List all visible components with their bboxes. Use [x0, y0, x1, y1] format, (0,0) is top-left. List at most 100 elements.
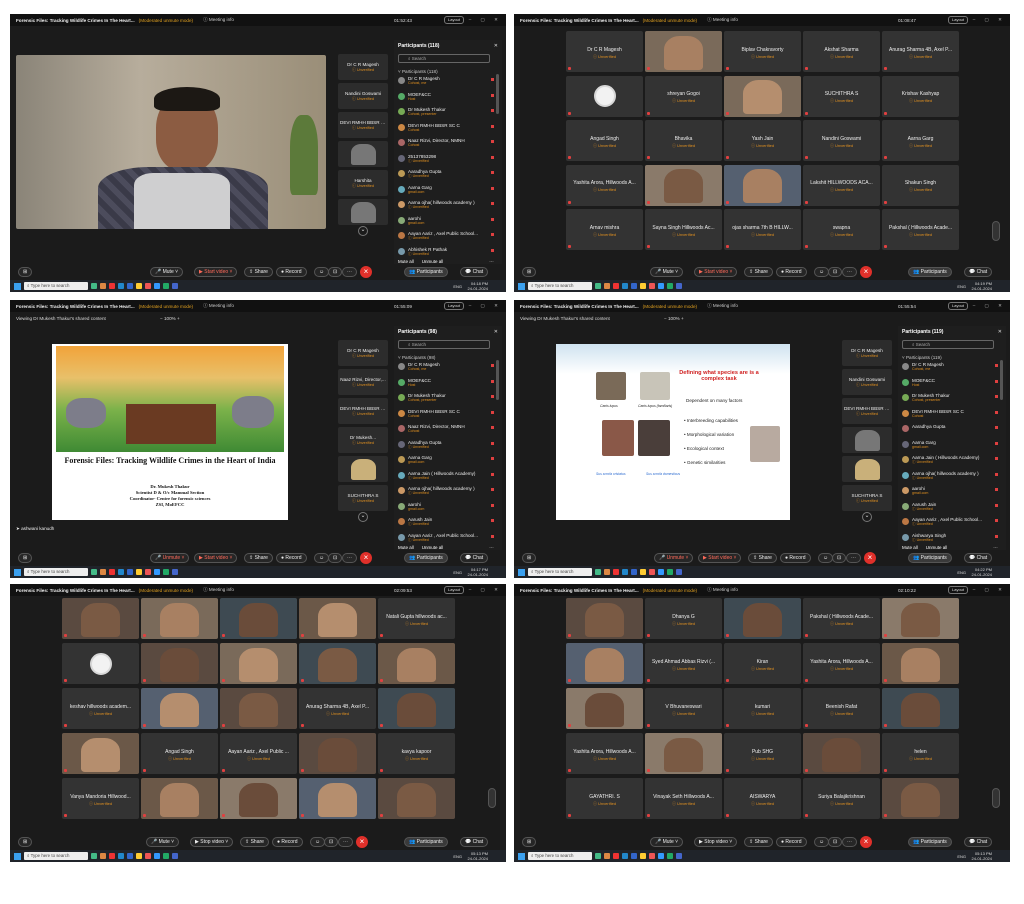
window-controls[interactable]: – ▢ ✕: [973, 303, 1006, 309]
side-video-tile[interactable]: Harshita ⓘ Unverified: [338, 170, 388, 196]
captions-toggle-icon[interactable]: ⊞: [18, 837, 33, 847]
video-button[interactable]: ▶ Start video ˅: [194, 553, 238, 563]
taskbar-app-icon[interactable]: [649, 283, 655, 289]
captions-button[interactable]: ⊡: [828, 267, 843, 277]
participant-tile[interactable]: Yashita Arora, Hillwoods A... ⓘ Unverifie…: [566, 164, 643, 206]
record-button[interactable]: ● Record: [776, 837, 807, 847]
chat-button[interactable]: 💬 Chat: [460, 553, 489, 563]
mute-button[interactable]: 🎤 Mute ˅: [650, 837, 684, 847]
taskbar-app-icon[interactable]: [622, 569, 628, 575]
taskbar-app-icon[interactable]: [172, 283, 178, 289]
scroll-down-icon[interactable]: ⌄: [862, 512, 872, 522]
participants-button[interactable]: 👥 Participants: [404, 553, 448, 563]
participant-row[interactable]: Dr Mukesh Thakur Cohost, presenter: [398, 393, 494, 402]
participant-tile[interactable]: kavya kapoor ⓘ Unverified: [378, 733, 455, 774]
share-button[interactable]: ⇪ Share: [744, 837, 773, 847]
taskbar-app-icon[interactable]: [118, 853, 124, 859]
taskbar-search-input[interactable]: ⌕ Type here to search: [528, 852, 592, 860]
taskbar-app-icon[interactable]: [109, 283, 115, 289]
participant-row[interactable]: Aayan Aariz , Axel Public School... ⓘ Unv…: [398, 533, 494, 542]
windows-start-icon[interactable]: [518, 568, 525, 576]
taskbar-app-icon[interactable]: [91, 853, 97, 859]
participant-row[interactable]: Dr C R Magesh Cohost, me: [398, 76, 494, 85]
participant-tile[interactable]: Pakshal ( Hillwoods Acade... ⓘ Unverified: [882, 209, 959, 250]
captions-button[interactable]: ⊡: [828, 837, 843, 847]
more-button[interactable]: ⋯: [842, 267, 857, 277]
grid-scroll-control[interactable]: [992, 788, 1000, 808]
taskbar-app-icon[interactable]: [172, 853, 178, 859]
participant-tile[interactable]: [220, 643, 297, 684]
participant-tile[interactable]: [141, 778, 218, 819]
taskbar-search-input[interactable]: ⌕ Type here to search: [528, 568, 592, 576]
taskbar-app-icon[interactable]: [658, 569, 664, 575]
record-button[interactable]: ● Record: [276, 267, 307, 277]
captions-button[interactable]: ⊡: [328, 267, 343, 277]
taskbar-app-icon[interactable]: [163, 283, 169, 289]
zoom-level[interactable]: − 100% +: [160, 312, 180, 326]
record-button[interactable]: ● Record: [776, 267, 807, 277]
taskbar-app-icon[interactable]: [640, 569, 646, 575]
taskbar-app-icon[interactable]: [145, 283, 151, 289]
participant-search-input[interactable]: ⌕ Search: [902, 340, 994, 349]
participant-tile[interactable]: [378, 778, 455, 819]
participant-tile[interactable]: Aayan Aariz , Axel Public ... ⓘ Unverifie…: [220, 733, 297, 774]
share-button[interactable]: ⇪ Share: [240, 837, 269, 847]
participant-tile[interactable]: [220, 688, 297, 729]
windows-start-icon[interactable]: [14, 282, 21, 290]
participant-row[interactable]: Abhishek R Pathak ⓘ Unverified: [398, 247, 494, 256]
participant-tile[interactable]: Suriya Balajikrishnan ⓘ Unverified: [803, 778, 880, 819]
participant-tile[interactable]: [220, 598, 297, 639]
participant-tile[interactable]: [299, 643, 376, 684]
panel-close-icon[interactable]: ✕: [494, 329, 498, 335]
participant-tile[interactable]: [220, 778, 297, 819]
share-button[interactable]: ⇪ Share: [244, 267, 273, 277]
taskbar-app-icon[interactable]: [91, 283, 97, 289]
participant-tile[interactable]: V Bhuvaneswari ⓘ Unverified: [645, 688, 722, 729]
side-video-tile[interactable]: SUCHITHRA Sⓘ Unverified: [338, 485, 388, 511]
participant-tile[interactable]: Angad Singh ⓘ Unverified: [141, 733, 218, 774]
participant-search-input[interactable]: ⌕ Search: [398, 340, 490, 349]
captions-toggle-icon[interactable]: ⊞: [522, 267, 537, 277]
side-video-tile[interactable]: DEVI RMHH BBSR SC Cⓘ Unverified: [338, 112, 388, 138]
video-button[interactable]: ▶ Stop video ˅: [190, 837, 234, 847]
more-button[interactable]: ⋯: [342, 267, 357, 277]
taskbar-search-input[interactable]: ⌕ Type here to search: [528, 282, 592, 290]
grid-scroll-control[interactable]: [488, 788, 496, 808]
participant-tile[interactable]: [62, 643, 139, 684]
participant-tile[interactable]: Bhavika ⓘ Unverified: [645, 120, 722, 161]
video-button[interactable]: ▶ Start video ˅: [694, 267, 738, 277]
scroll-down-icon[interactable]: ⌄: [358, 226, 368, 236]
participant-tile[interactable]: Nandini Goswami ⓘ Unverified: [803, 120, 880, 161]
participant-tile[interactable]: [378, 688, 455, 729]
side-video-tile[interactable]: [338, 141, 388, 167]
video-button[interactable]: ▶ Stop video ˅: [694, 837, 738, 847]
taskbar-app-icon[interactable]: [136, 853, 142, 859]
participant-tile[interactable]: [645, 733, 722, 774]
participant-row[interactable]: Aarna Jain ( Hillwoods Academy) ⓘ Unverif…: [902, 455, 998, 464]
participant-tile[interactable]: Anurag Sharma 4B, Axel P... ⓘ Unverified: [882, 31, 959, 72]
participant-tile[interactable]: [724, 75, 801, 117]
participant-tile[interactable]: swapna ⓘ Unverified: [803, 209, 880, 250]
reactions-button[interactable]: ☺: [818, 553, 834, 563]
taskbar-app-icon[interactable]: [154, 853, 160, 859]
taskbar-app-icon[interactable]: [118, 283, 124, 289]
participant-tile[interactable]: [803, 733, 880, 774]
participant-row[interactable]: MOEF&CC Host: [902, 378, 998, 387]
side-video-tile[interactable]: Dr C R Magesh ⓘ Unverified: [338, 340, 388, 366]
mute-button[interactable]: 🎤 Mute ˅: [146, 837, 180, 847]
zoom-level[interactable]: − 100% +: [664, 312, 684, 326]
participant-tile[interactable]: Anurag Sharma 4B, Axel P... ⓘ Unverified: [299, 688, 376, 729]
reactions-button[interactable]: ☺: [314, 267, 330, 277]
participant-tile[interactable]: Shakun Singh ⓘ Unverified: [882, 164, 959, 206]
video-button[interactable]: ▶ Start video ˅: [698, 553, 742, 563]
taskbar-app-icon[interactable]: [631, 569, 637, 575]
participant-row[interactable]: aarohi gmail.com: [398, 216, 494, 225]
share-button[interactable]: ⇪ Share: [744, 267, 773, 277]
taskbar-app-icon[interactable]: [145, 853, 151, 859]
participant-row[interactable]: Aarna Garg gmail.com: [398, 455, 494, 464]
record-button[interactable]: ● Record: [780, 553, 811, 563]
mute-button[interactable]: 🎤 Mute ˅: [150, 267, 184, 277]
participant-tile[interactable]: AISWARYA ⓘ Unverified: [724, 778, 801, 819]
participant-tile[interactable]: Krishav Kashyap ⓘ Unverified: [882, 75, 959, 117]
participant-row[interactable]: MOEF&CC Host: [398, 378, 494, 387]
